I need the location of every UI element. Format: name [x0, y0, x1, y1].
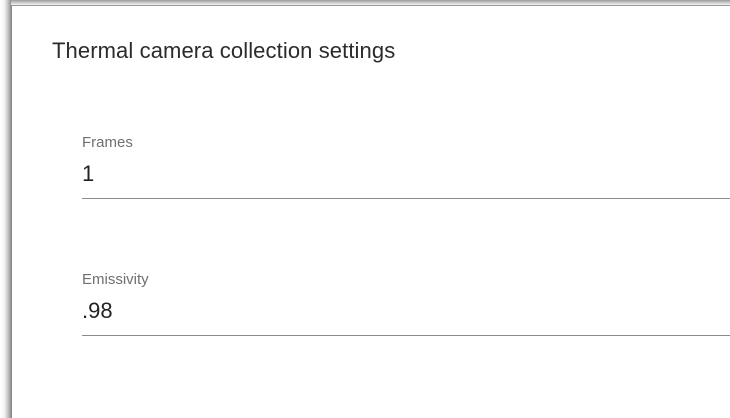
card-title: Thermal camera collection settings: [52, 38, 396, 63]
emissivity-field: Emissivity: [82, 271, 730, 336]
settings-stage: Thermal camera collection settings Frame…: [0, 0, 730, 418]
emissivity-input[interactable]: [82, 297, 730, 336]
emissivity-label: Emissivity: [82, 271, 149, 288]
card-shadow-left: [0, 0, 11, 418]
frames-label: Frames: [82, 134, 133, 151]
frames-field: Frames: [82, 134, 730, 199]
frames-input[interactable]: [82, 160, 730, 199]
thermal-settings-card: Thermal camera collection settings Frame…: [11, 5, 730, 418]
